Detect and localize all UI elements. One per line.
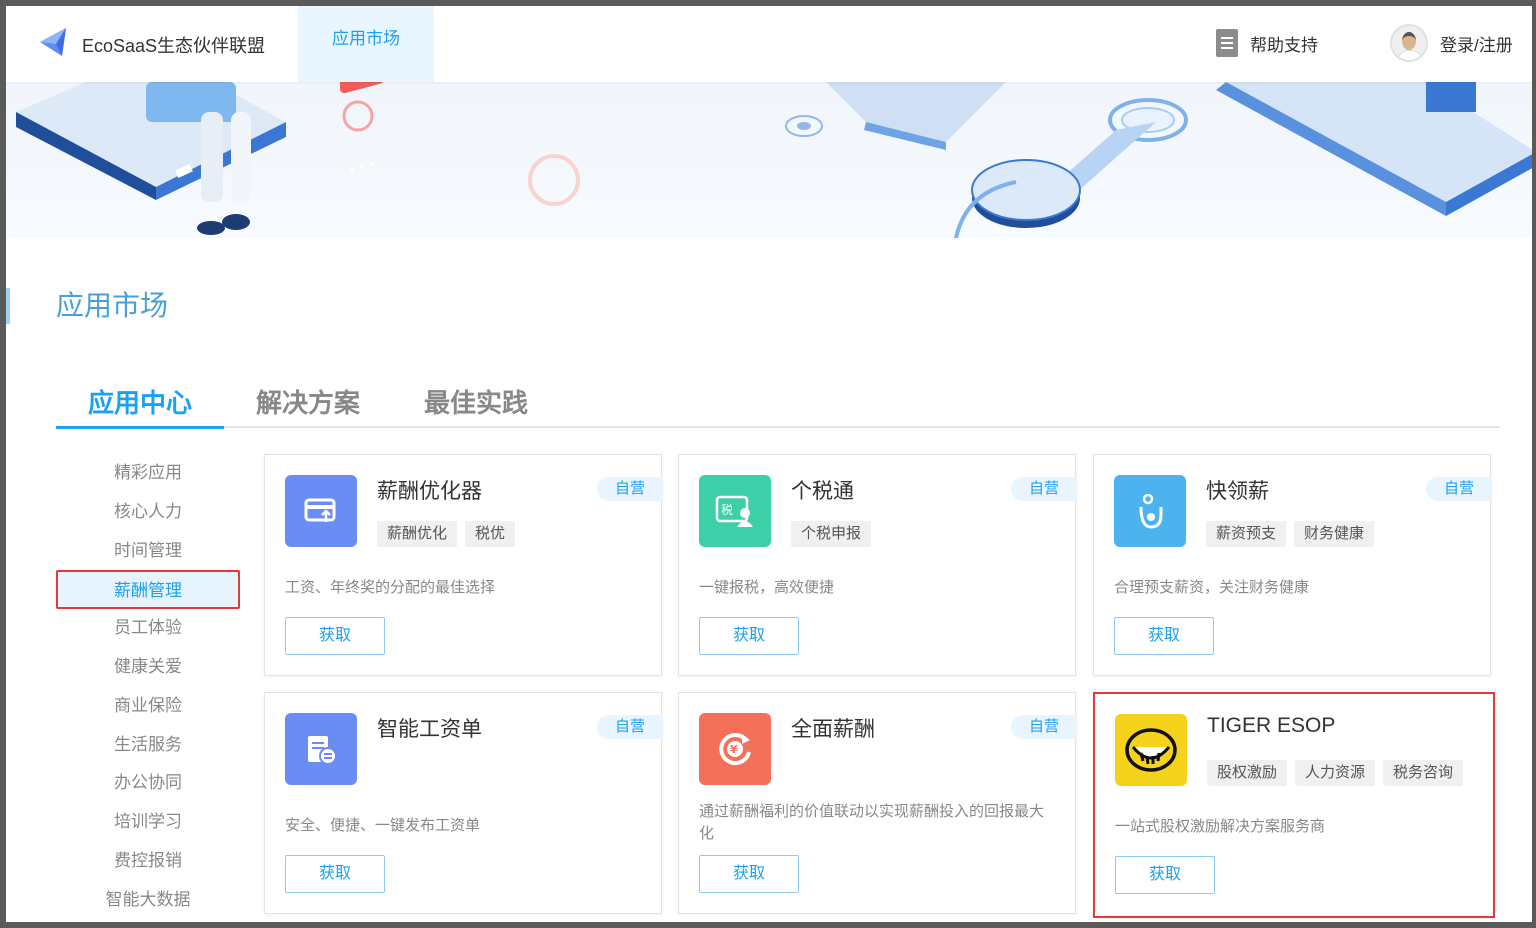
tab-solutions[interactable]: 解决方案 (256, 380, 360, 428)
sidebar-item-expense-control[interactable]: 费控报销 (56, 842, 240, 881)
hand-coin-icon (1114, 475, 1186, 547)
payslip-icon (285, 713, 357, 785)
app-card-quick-salary[interactable]: 快领薪 自营 薪资预支 财务健康 合理预支薪资，关注财务健康 获取 (1093, 454, 1492, 676)
get-button[interactable]: 获取 (699, 617, 799, 655)
tag: 财务健康 (1294, 521, 1375, 547)
card-title: TIGER ESOP (1207, 714, 1336, 737)
help-label: 帮助支持 (1250, 35, 1318, 55)
card-description: 一键报税，高效便捷 (699, 579, 835, 596)
sidebar-item-time-management[interactable]: 时间管理 (56, 532, 240, 571)
category-sidebar: 精彩应用 核心人力 时间管理 薪酬管理 员工体验 健康关爱 商业保险 生活服务 … (56, 454, 240, 920)
sidebar-item-salary-management[interactable]: 薪酬管理 (56, 570, 240, 610)
title-accent-bar (6, 288, 10, 324)
ecosaas-logo-icon[interactable] (36, 24, 72, 60)
tag: 股权激励 (1207, 760, 1288, 786)
sidebar-item-life-services[interactable]: 生活服务 (56, 726, 240, 765)
sidebar-item-big-data[interactable]: 智能大数据 (56, 881, 240, 920)
yen-cycle-icon: ¥ (699, 713, 771, 785)
tag: 薪酬优化 (377, 521, 458, 547)
tax-icon: 税 (699, 475, 771, 547)
nav-tab-app-market[interactable]: 应用市场 (298, 6, 434, 82)
app-card-salary-optimizer[interactable]: 薪酬优化器 自营 薪酬优化 税优 工资、年终奖的分配的最佳选择 获取 (264, 454, 663, 676)
svg-text:¥: ¥ (730, 743, 738, 756)
active-tab-underline (56, 426, 224, 429)
login-label: 登录/注册 (1440, 35, 1513, 55)
tag-list: 个税申报 (791, 521, 872, 547)
card-title: 快领薪 (1206, 480, 1269, 503)
self-operated-badge: 自营 (1011, 477, 1077, 501)
help-support-link[interactable]: 帮助支持 (1216, 28, 1318, 58)
get-button[interactable]: 获取 (1114, 617, 1214, 655)
sidebar-item-employee-experience[interactable]: 员工体验 (56, 609, 240, 648)
main-tabs: 应用中心 解决方案 最佳实践 (56, 380, 1500, 429)
sidebar-item-training[interactable]: 培训学习 (56, 803, 240, 842)
banner-art (16, 82, 1532, 238)
page-title: 应用市场 (56, 290, 169, 321)
sidebar-item-health-care[interactable]: 健康关爱 (56, 648, 240, 687)
app-card-total-rewards[interactable]: ¥ 全面薪酬 自营 通过薪酬福利的价值联动以实现薪酬投入的回报最大化 获取 (678, 692, 1077, 914)
card-description: 一站式股权激励解决方案服务商 (1115, 818, 1326, 835)
app-card-tax[interactable]: 税 个税通 自营 个税申报 一键报税，高效便捷 获取 (678, 454, 1077, 676)
tag: 薪资预支 (1206, 521, 1287, 547)
card-description: 安全、便捷、一键发布工资单 (285, 817, 481, 834)
tab-app-center[interactable]: 应用中心 (88, 380, 192, 428)
self-operated-badge: 自营 (597, 477, 663, 501)
self-operated-badge: 自营 (1011, 715, 1077, 739)
get-button[interactable]: 获取 (285, 855, 385, 893)
sidebar-item-featured[interactable]: 精彩应用 (56, 454, 240, 493)
card-description: 通过薪酬福利的价值联动以实现薪酬投入的回报最大化 (699, 803, 1045, 842)
tag: 税优 (465, 521, 516, 547)
card-title: 个税通 (791, 480, 854, 503)
svg-text:税: 税 (721, 503, 733, 517)
get-button[interactable]: 获取 (699, 855, 799, 893)
avatar (1390, 24, 1428, 62)
banner-illustration (6, 82, 1532, 238)
get-button[interactable]: 获取 (285, 617, 385, 655)
card-title: 智能工资单 (377, 718, 482, 741)
get-button[interactable]: 获取 (1115, 856, 1215, 894)
sidebar-item-office-collaboration[interactable]: 办公协同 (56, 764, 240, 803)
tab-best-practices[interactable]: 最佳实践 (424, 380, 528, 428)
card-description: 合理预支薪资，关注财务健康 (1114, 579, 1310, 596)
app-card-tiger-esop[interactable]: TIGER ESOP 股权激励 人力资源 税务咨询 一站式股权激励解决方案服务商… (1093, 692, 1495, 918)
login-register-link[interactable]: 登录/注册 (1390, 23, 1513, 63)
tag: 个税申报 (791, 521, 872, 547)
card-title: 薪酬优化器 (377, 480, 482, 503)
tag: 人力资源 (1295, 760, 1376, 786)
card-title: 全面薪酬 (791, 718, 875, 741)
app-card-payslip[interactable]: 智能工资单 自营 安全、便捷、一键发布工资单 获取 (264, 692, 663, 914)
brand-name[interactable]: EcoSaaS生态伙伴联盟 (82, 32, 265, 58)
sidebar-item-insurance[interactable]: 商业保险 (56, 687, 240, 726)
card-description: 工资、年终奖的分配的最佳选择 (285, 579, 496, 596)
document-icon (1216, 29, 1238, 57)
tiger-logo-icon (1115, 714, 1187, 786)
top-header: EcoSaaS生态伙伴联盟 应用市场 帮助支持 登录/注册 (6, 6, 1532, 82)
self-operated-badge: 自营 (597, 715, 663, 739)
tag: 税务咨询 (1383, 760, 1464, 786)
tag-list: 股权激励 人力资源 税务咨询 (1207, 760, 1464, 786)
tag-list: 薪资预支 财务健康 (1206, 521, 1375, 547)
app-window: EcoSaaS生态伙伴联盟 应用市场 帮助支持 登录/注册 应用市场 应用中心 … (0, 0, 1536, 928)
salary-optimizer-icon (285, 475, 357, 547)
sidebar-item-core-hr[interactable]: 核心人力 (56, 493, 240, 532)
tag-list: 薪酬优化 税优 (377, 521, 516, 547)
self-operated-badge: 自营 (1426, 477, 1492, 501)
